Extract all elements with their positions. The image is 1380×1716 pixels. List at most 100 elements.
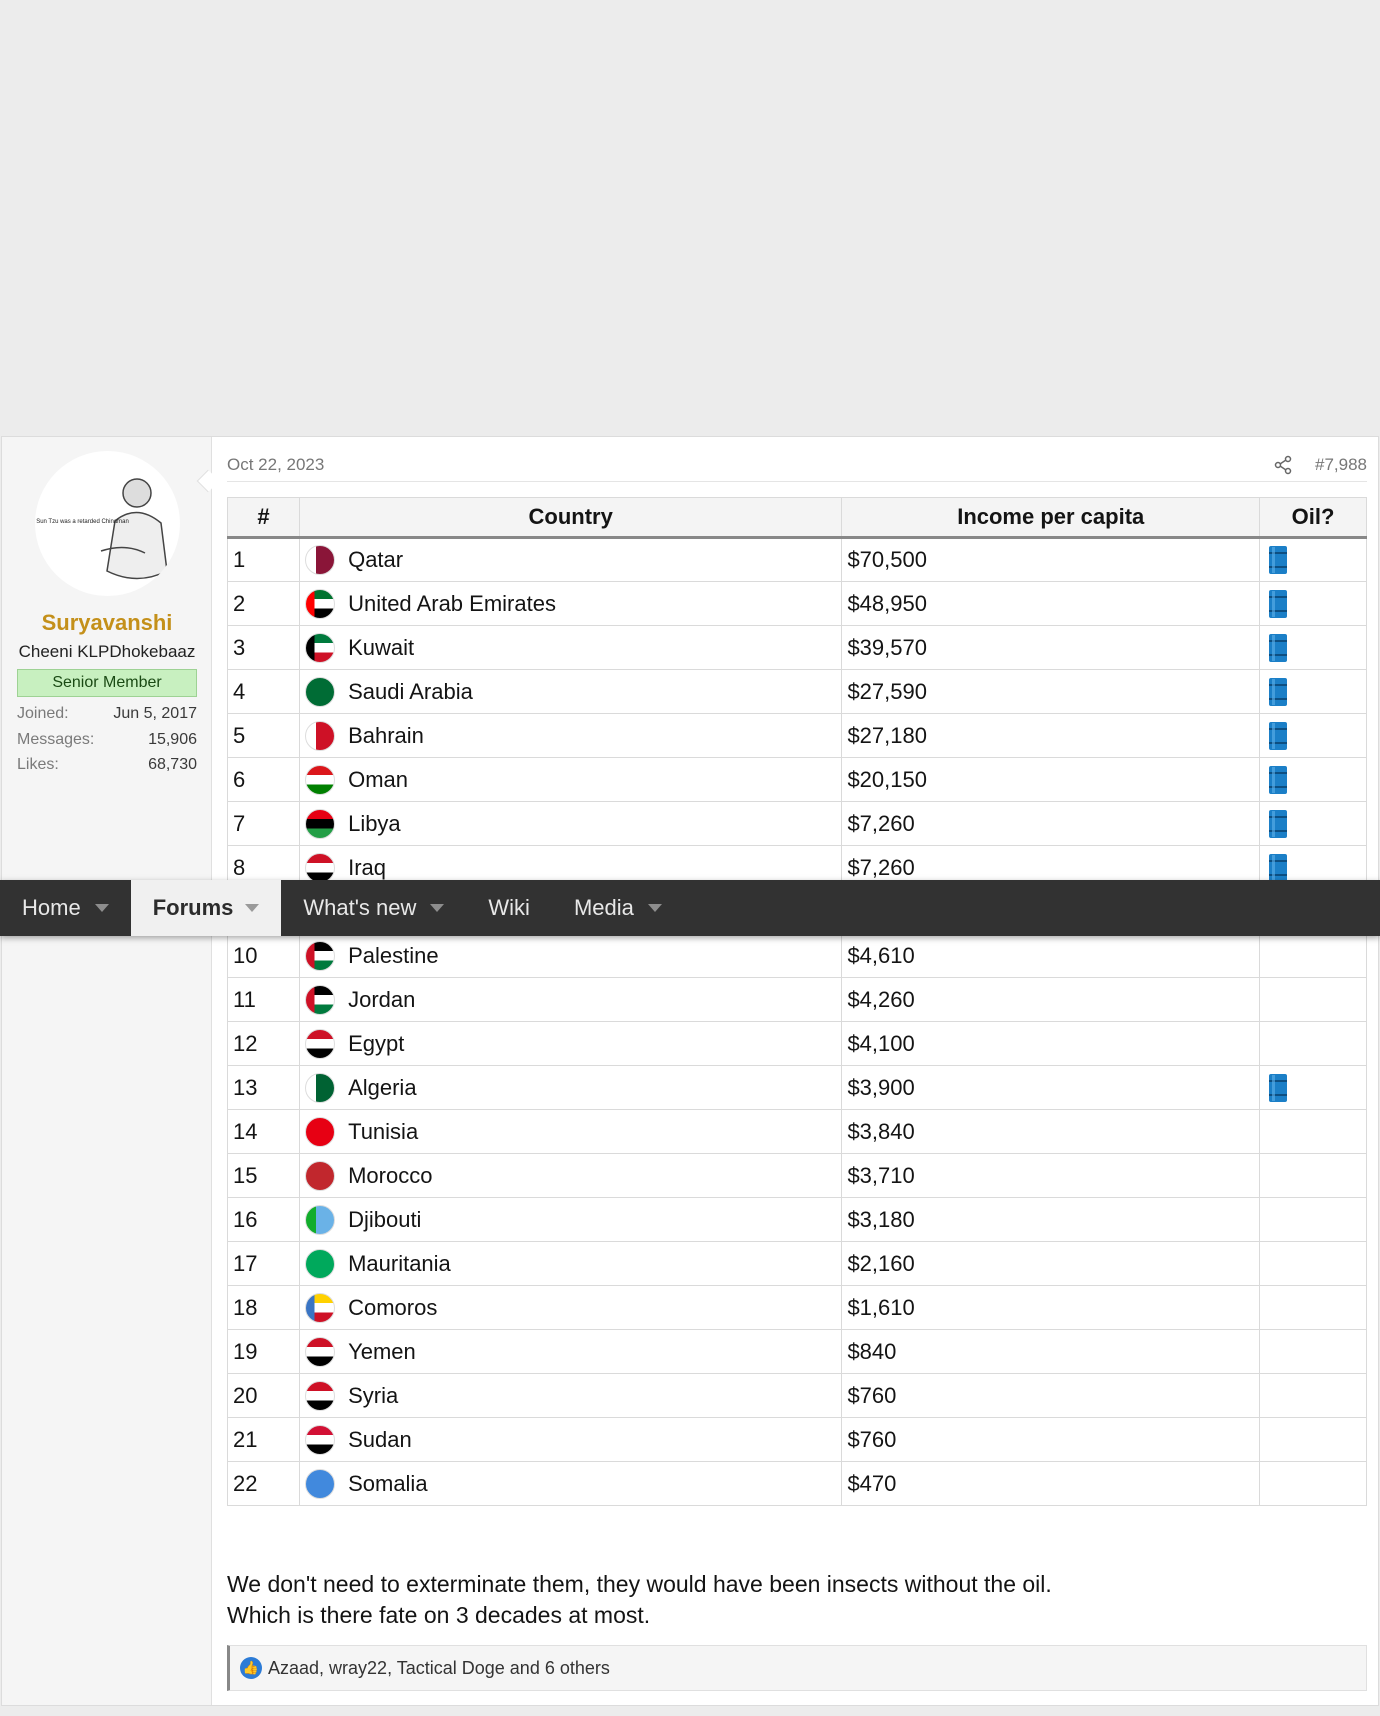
nav-item-home[interactable]: Home (0, 880, 131, 936)
flag-icon (304, 1424, 335, 1455)
income: $7,260 (847, 854, 915, 880)
message-line: We don't need to exterminate them, they … (227, 1571, 1052, 1597)
oil-cell (1259, 1109, 1367, 1154)
income: $760 (847, 1382, 897, 1408)
flag-icon (304, 1336, 335, 1367)
nav-label[interactable]: Forums (153, 895, 234, 921)
post-date[interactable]: Oct 22, 2023 (227, 455, 324, 475)
rank: 5 (233, 722, 246, 748)
rank-cell: 19 (227, 1329, 300, 1374)
post-main: Oct 22, 2023 #7,988 # Country Income per… (227, 437, 1367, 1705)
flag-icon (304, 1248, 335, 1279)
avatar[interactable]: Sun Tzu was a retarded Chinaman (35, 451, 180, 596)
income-table: # Country Income per capita Oil? 1 Qatar… (227, 497, 1367, 1506)
table-row: 16 Djibouti $3,180 (227, 1197, 1367, 1242)
oil-cell (1259, 977, 1367, 1022)
income: $39,570 (847, 634, 927, 660)
nav-item-what-s-new[interactable]: What's new (281, 880, 466, 936)
country-cell: Egypt (298, 1021, 843, 1066)
rank-cell: 17 (227, 1241, 300, 1286)
oil-cell (1259, 1065, 1367, 1110)
stat-likes: Likes: 68,730 (17, 756, 197, 774)
country-cell: Oman (298, 757, 843, 802)
flag-icon (304, 1468, 335, 1499)
oil-cell (1259, 625, 1367, 670)
oil-cell (1259, 1197, 1367, 1242)
rank: 1 (233, 547, 246, 572)
income-cell: $760 (841, 1417, 1261, 1462)
nav-item-media[interactable]: Media (552, 880, 684, 936)
oil-cell (1259, 757, 1367, 802)
nav-label[interactable]: Home (22, 895, 81, 921)
oil-cell (1259, 581, 1367, 626)
income-cell: $4,100 (841, 1021, 1261, 1066)
caret-down-icon[interactable] (430, 904, 445, 912)
oil-cell (1259, 713, 1367, 758)
country-cell: Kuwait (298, 625, 843, 670)
income: $3,180 (847, 1206, 915, 1232)
flag-icon (304, 1292, 335, 1323)
flag-icon (304, 852, 335, 883)
oil-cell (1259, 537, 1367, 582)
country-cell: Qatar (298, 537, 843, 582)
country-name: Mauritania (348, 1250, 451, 1276)
income: $3,710 (847, 1162, 915, 1188)
nav-label[interactable]: Media (574, 895, 634, 921)
message-line: Which is there fate on 3 decades at most… (227, 1602, 651, 1628)
income: $27,180 (847, 722, 927, 748)
country-cell: Somalia (298, 1461, 843, 1506)
nav-label[interactable]: Wiki (488, 895, 530, 921)
oil-cell (1259, 1461, 1367, 1506)
nav-label[interactable]: What's new (303, 895, 416, 921)
oil-cell (1259, 1285, 1367, 1330)
country-name: Somalia (348, 1470, 428, 1496)
oil-cell (1259, 1153, 1367, 1198)
rank: 3 (233, 634, 246, 660)
country-cell: Tunisia (298, 1109, 843, 1154)
country-name: Jordan (348, 986, 416, 1012)
rank: 12 (233, 1030, 258, 1056)
country-cell: Bahrain (298, 713, 843, 758)
post-number[interactable]: #7,988 (1315, 455, 1367, 475)
country-cell: Syria (298, 1373, 843, 1418)
caret-down-icon[interactable] (94, 904, 109, 912)
rank-cell: 13 (227, 1065, 300, 1110)
share-icon[interactable] (1273, 455, 1293, 475)
country-cell: Jordan (298, 977, 843, 1022)
country-cell: Algeria (298, 1065, 843, 1110)
nav-item-forums[interactable]: Forums (130, 880, 282, 936)
country-name: Morocco (348, 1162, 433, 1188)
rank-cell: 22 (227, 1461, 300, 1506)
rank-cell: 5 (227, 713, 300, 758)
income-cell: $3,180 (841, 1197, 1261, 1242)
caret-down-icon[interactable] (245, 904, 260, 912)
flag-icon (304, 1116, 335, 1147)
income: $760 (847, 1426, 897, 1452)
table-row: 18 Comoros $1,610 (227, 1285, 1367, 1330)
income-cell: $840 (841, 1329, 1261, 1374)
income-cell: $7,260 (841, 801, 1261, 846)
rank: 8 (233, 854, 246, 880)
username[interactable]: Suryavanshi (2, 610, 212, 636)
rank-cell: 6 (227, 757, 300, 802)
country-cell: United Arab Emirates (298, 581, 843, 626)
user-banner: Senior Member (17, 669, 197, 697)
reactions-bar[interactable]: 👍 Azaad, wray22, Tactical Doge and 6 oth… (227, 1645, 1367, 1691)
country-name: Saudi Arabia (348, 678, 473, 704)
nav-item-wiki[interactable]: Wiki (466, 880, 552, 936)
reactions-text[interactable]: Azaad, wray22, Tactical Doge and 6 other… (268, 1658, 610, 1679)
caret-down-icon[interactable] (647, 904, 662, 912)
header-country: Country (298, 497, 843, 539)
country-cell: Mauritania (298, 1241, 843, 1286)
income-cell: $27,590 (841, 669, 1261, 714)
rank-cell: 12 (227, 1021, 300, 1066)
rank: 11 (233, 986, 256, 1012)
rank-cell: 14 (227, 1109, 300, 1154)
rank: 20 (233, 1382, 258, 1408)
table-row: 7 Libya $7,260 (227, 801, 1367, 846)
flag-icon (304, 1072, 335, 1103)
table-row: 12 Egypt $4,100 (227, 1021, 1367, 1066)
country-name: Syria (348, 1382, 399, 1408)
country-name: Qatar (348, 547, 404, 572)
income-cell: $48,950 (841, 581, 1261, 626)
